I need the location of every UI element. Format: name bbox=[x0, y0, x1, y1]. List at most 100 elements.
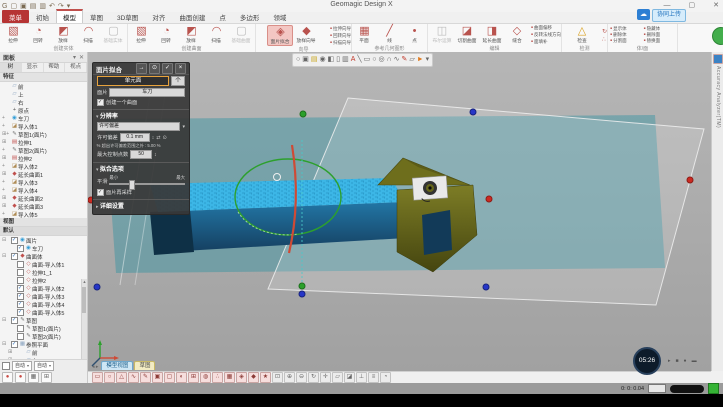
timer-control-icon[interactable]: ■ bbox=[676, 358, 679, 364]
ribbon-button[interactable]: ╱线 bbox=[378, 25, 402, 44]
ribbon-button[interactable]: △检查 bbox=[570, 25, 594, 44]
spinner-icon[interactable]: ↕ bbox=[154, 152, 157, 158]
expand-icon[interactable]: + bbox=[2, 179, 11, 185]
dialog-header-icon[interactable]: ✓ bbox=[162, 63, 173, 74]
bottom-tool-icon[interactable]: ▭ bbox=[92, 372, 103, 383]
expand-icon[interactable]: + bbox=[2, 147, 11, 153]
handle-dot-blue[interactable] bbox=[299, 291, 305, 297]
expand-icon[interactable]: ⊞ bbox=[2, 171, 11, 177]
viewport-tool-icon[interactable]: ▥ bbox=[342, 55, 349, 65]
ribbon-button[interactable]: ▦平面 bbox=[353, 25, 377, 44]
timer-control-icon[interactable]: ● bbox=[684, 358, 687, 364]
fixture-insert-slot[interactable] bbox=[422, 210, 452, 255]
tree-item[interactable]: ⊞ ▤ 拉伸2 bbox=[0, 154, 87, 162]
close-panel-icon[interactable]: ✕ bbox=[79, 55, 84, 61]
bottom-tool-icon[interactable]: △ bbox=[116, 372, 127, 383]
tree-item[interactable]: ⊞ ▤ 拉伸1 bbox=[0, 138, 87, 146]
ribbon-tab[interactable]: 对齐 bbox=[145, 10, 172, 23]
filter-checkbox[interactable] bbox=[2, 362, 10, 370]
resolution-section-header[interactable]: 分辨率 bbox=[93, 109, 189, 121]
pin-icon[interactable]: ▾ bbox=[73, 55, 76, 61]
handle-dot-blue[interactable] bbox=[94, 284, 100, 290]
ribbon-button[interactable]: ◪切割曲面 bbox=[455, 25, 479, 44]
viewport-tool-icon[interactable]: ✎ bbox=[401, 55, 407, 65]
filter-icon[interactable]: ▦ bbox=[28, 372, 39, 383]
ribbon-small-button[interactable]: ▪扫描向导 bbox=[330, 40, 351, 46]
bottom-tool-icon[interactable]: ↻ bbox=[308, 372, 319, 383]
viewport-tool-icon[interactable]: ▣ bbox=[302, 55, 309, 65]
visibility-checkbox[interactable] bbox=[17, 285, 24, 292]
cloud-sync-button[interactable]: ☁ 协同上传 bbox=[637, 9, 686, 20]
viewport-tool-icon[interactable]: ▾ bbox=[426, 55, 430, 65]
viewport-tool-icon[interactable]: ◎ bbox=[378, 55, 384, 65]
expand-icon[interactable]: + bbox=[2, 123, 11, 129]
tree-item[interactable]: ◇ 曲面-导入体4 bbox=[0, 300, 87, 308]
bottom-tool-icon[interactable]: ◍ bbox=[200, 372, 211, 383]
ribbon-tab[interactable]: 多边形 bbox=[233, 10, 267, 23]
recording-timer[interactable]: 05:26 bbox=[633, 347, 661, 375]
ribbon-button[interactable]: ◠扫描 bbox=[77, 25, 101, 44]
ribbon-tab[interactable]: 初始 bbox=[29, 10, 56, 23]
ribbon-small-button[interactable]: ▪反转法线方向 bbox=[531, 32, 561, 38]
spinner-icon[interactable]: ↕ bbox=[152, 135, 155, 141]
bottom-tool-icon[interactable]: ✎ bbox=[140, 372, 151, 383]
tree-item[interactable]: ▱ 前 bbox=[0, 82, 87, 90]
single-surface-checkbox[interactable] bbox=[97, 99, 104, 106]
bottom-tool-icon[interactable]: ◪ bbox=[344, 372, 355, 383]
panel-tab[interactable]: 树 bbox=[0, 63, 22, 72]
viewport-tool-icon[interactable]: ► bbox=[417, 55, 424, 65]
tree-item[interactable]: ◇ 曲面-导入体3 bbox=[0, 292, 87, 300]
tree-item[interactable]: ◇ 曲面-导入体2 bbox=[0, 284, 87, 292]
tree-item[interactable]: ⊟ ✎ 草图 bbox=[0, 316, 87, 324]
ribbon-button[interactable]: ◩放样 bbox=[52, 25, 76, 44]
ribbon-small-button[interactable]: ▪分割面 bbox=[610, 38, 642, 44]
visibility-checkbox[interactable] bbox=[11, 341, 18, 348]
filter-icon[interactable]: ● bbox=[15, 372, 26, 383]
bottom-tool-icon[interactable]: ▢ bbox=[164, 372, 175, 383]
ribbon-tab[interactable]: 领域 bbox=[266, 10, 293, 23]
ribbon-button[interactable]: ◇缝合 bbox=[505, 25, 529, 44]
tree-item[interactable]: ▱ 上 bbox=[0, 90, 87, 98]
visibility-checkbox[interactable] bbox=[17, 261, 24, 268]
expand-icon[interactable]: ⊟ bbox=[2, 317, 11, 323]
slider-handle[interactable] bbox=[129, 180, 135, 190]
ribbon-small-button[interactable]: ▪回转向导 bbox=[330, 33, 351, 39]
tree-item[interactable]: ⊞+ ✎ 草图1(面片) bbox=[0, 130, 87, 138]
viewport-tool-icon[interactable]: ◉ bbox=[319, 55, 325, 65]
panel-tab[interactable]: 显示 bbox=[22, 63, 44, 72]
ribbon-button[interactable]: ▢基础曲面 bbox=[230, 25, 254, 44]
swap-icon[interactable]: ⇄ bbox=[156, 135, 160, 141]
toolbar-body-end-block[interactable] bbox=[150, 210, 194, 255]
visibility-checkbox[interactable] bbox=[17, 301, 24, 308]
tree-item[interactable]: + 原点 bbox=[0, 106, 87, 114]
tree-item[interactable]: + ◪ 导入体1 bbox=[0, 122, 87, 130]
viewport-tool-icon[interactable]: ▭ bbox=[364, 55, 371, 65]
tree-item[interactable]: + ◪ 导入体5 bbox=[0, 210, 87, 218]
selection-field[interactable]: 单元面 bbox=[97, 76, 169, 86]
visibility-checkbox[interactable] bbox=[17, 309, 24, 316]
dialog-header-icon[interactable]: × bbox=[175, 63, 186, 74]
bottom-tool-icon[interactable]: ◐ bbox=[176, 372, 187, 383]
ribbon-button[interactable]: ◠扫描 bbox=[205, 25, 229, 44]
expand-icon[interactable]: ⊞+ bbox=[2, 131, 11, 137]
bottom-tool-icon[interactable]: ⊞ bbox=[188, 372, 199, 383]
ribbon-tab[interactable]: 菜单 bbox=[2, 10, 29, 23]
viewport-tool-icon[interactable]: ○ bbox=[296, 55, 300, 65]
ribbon-small-icon[interactable]: ∴ bbox=[602, 36, 607, 43]
handle-dot-red[interactable] bbox=[486, 196, 492, 202]
auto-dropdown-2[interactable]: 自动 bbox=[34, 361, 54, 371]
visibility-checkbox[interactable] bbox=[17, 293, 24, 300]
tree-item[interactable]: + ◪ 导入体2 bbox=[0, 162, 87, 170]
bottom-tool-icon[interactable]: ◈ bbox=[236, 372, 247, 383]
tree-item[interactable]: ⊞ ◆ 延长曲面3 bbox=[0, 202, 87, 210]
tree-item[interactable]: ✎ 草图2(面片) bbox=[0, 332, 87, 340]
expand-icon[interactable]: ⊟ bbox=[2, 237, 11, 243]
dialog-header-icon[interactable]: ⊙ bbox=[149, 63, 160, 74]
tolerance-input[interactable]: 0.1 mm bbox=[120, 133, 150, 142]
tree-item[interactable]: ⊞ ▱ 前 bbox=[0, 348, 87, 356]
tree-item[interactable]: ✎ 草图1(面片) bbox=[0, 324, 87, 332]
expand-icon[interactable]: ⊞ bbox=[2, 195, 11, 201]
tab-nav-arrows-icon[interactable]: ◂ ▸ bbox=[92, 364, 98, 370]
tree-item[interactable]: ⊞ ◆ 延长曲面1 bbox=[0, 170, 87, 178]
bottom-tool-icon[interactable]: ◆ bbox=[248, 372, 259, 383]
